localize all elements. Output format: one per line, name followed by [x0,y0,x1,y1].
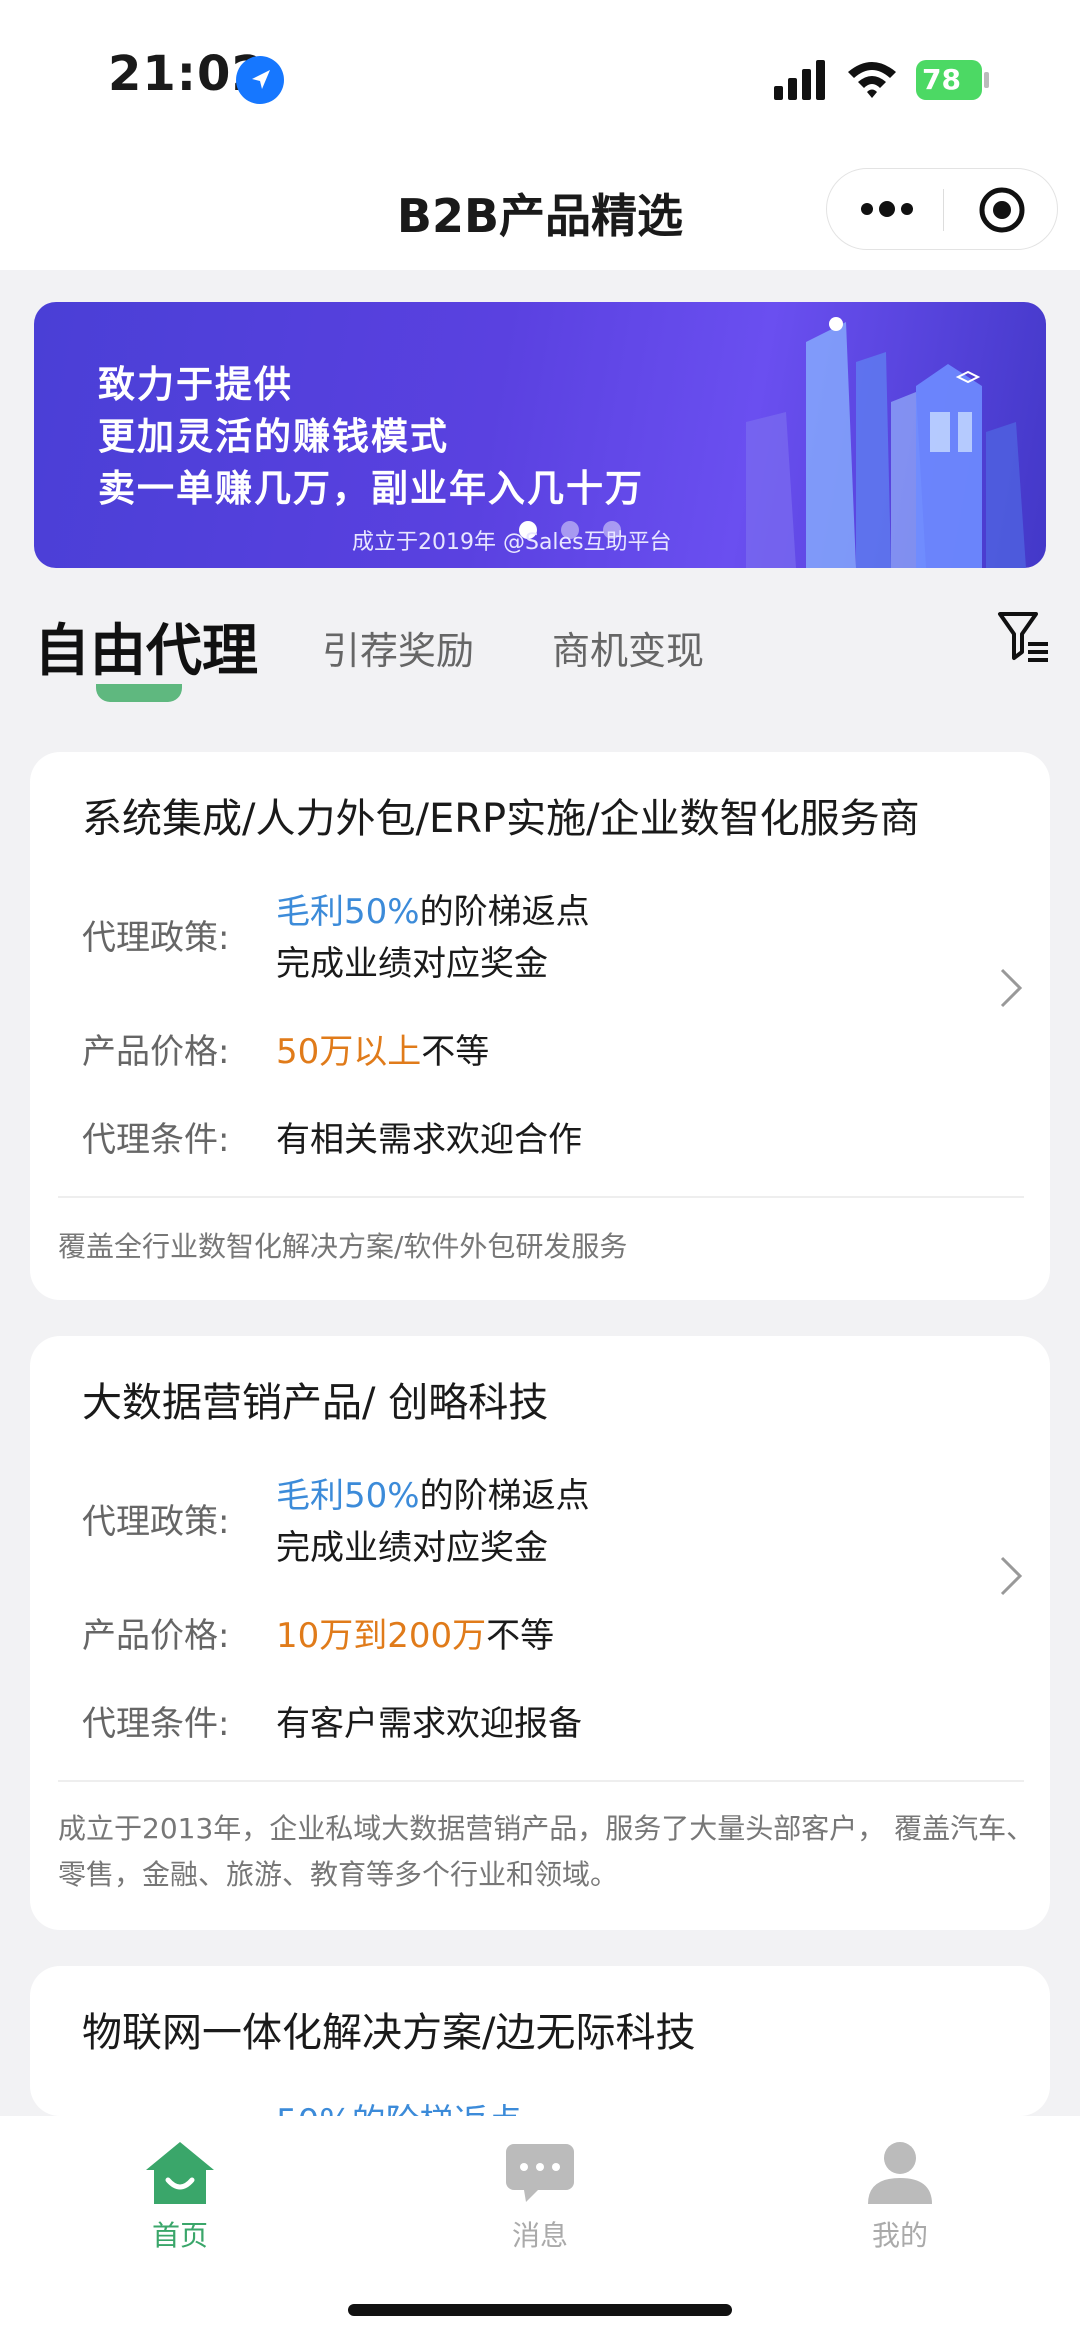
active-tab-indicator [96,684,182,702]
banner-headline-2: 更加灵活的赚钱模式 [98,414,449,458]
policy-label: 代理政策: [82,918,230,958]
price-rest: 不等 [486,1616,555,1656]
tabbar-home[interactable]: 首页 [90,2128,270,2252]
close-miniprogram-icon[interactable] [977,185,1027,235]
home-indicator[interactable] [348,2304,732,2316]
price-highlight: 50万以上 [276,1032,422,1072]
tab-opportunity-cash[interactable]: 商机变现 [552,620,704,675]
cellular-signal-icon [774,60,825,100]
condition-value: 有客户需求欢迎报备 [276,1704,582,1744]
battery-level: 78 [922,63,961,96]
status-bar: 21:02 78 [0,0,1080,150]
card-description: 覆盖全行业数智化解决方案/软件外包研发服务 [58,1230,628,1263]
policy-value-partial: 50%的阶梯返点 [276,2094,522,2116]
message-icon [506,2144,574,2202]
battery-tip [984,72,989,88]
price-highlight: 10万到200万 [276,1616,487,1656]
card-divider [58,1196,1024,1198]
tabbar-messages[interactable]: 消息 [450,2128,630,2252]
card-description: 成立于2013年，企业私域大数据营销产品，服务了大量头部客户， 覆盖汽车、零售，… [58,1812,1035,1891]
nav-bar: B2B产品精选 [0,150,1080,270]
price-value: 10万到200万不等 [276,1608,554,1657]
card-title: 系统集成/人力外包/ERP实施/企业数智化服务商 [82,796,920,842]
mini-program-capsule [826,168,1058,250]
price-label: 产品价格: [82,1616,230,1656]
tab-free-agent[interactable]: 自由代理 [34,606,258,687]
price-rest: 不等 [421,1032,490,1072]
product-card[interactable]: 大数据营销产品/ 创略科技 代理政策: 毛利50%的阶梯返点 完成业绩对应奖金 … [30,1336,1050,1930]
tabbar-profile[interactable]: 我的 [810,2128,990,2252]
condition-value: 有相关需求欢迎合作 [276,1120,582,1160]
card-divider [58,1780,1024,1782]
battery-icon: 78 [916,60,982,100]
promo-banner[interactable]: 致力于提供 更加灵活的赚钱模式 卖一单赚几万，副业年入几十万 成立于2019年 … [34,302,1046,568]
card-title: 大数据营销产品/ 创略科技 [82,1380,549,1426]
condition-label: 代理条件: [82,1120,230,1160]
card-title: 物联网一体化解决方案/边无际科技 [82,2010,696,2056]
chevron-right-icon [1000,968,1023,1008]
location-arrow-icon [236,56,284,104]
home-icon [146,2142,214,2204]
wifi-icon [848,62,896,98]
banner-headline-3: 卖一单赚几万，副业年入几十万 [98,466,644,510]
product-card[interactable]: 系统集成/人力外包/ERP实施/企业数智化服务商 代理政策: 毛利50%的阶梯返… [30,752,1050,1300]
profile-icon [868,2142,932,2204]
policy-value: 毛利50%的阶梯返点 [276,884,590,933]
banner-headline-1: 致力于提供 [98,362,293,406]
policy-value: 毛利50%的阶梯返点 [276,1468,590,1517]
policy-highlight: 毛利50% [276,892,420,932]
more-icon[interactable] [857,193,917,225]
price-label: 产品价格: [82,1032,230,1072]
product-card[interactable]: 物联网一体化解决方案/边无际科技 50%的阶梯返点 [30,1966,1050,2116]
banner-footer: 成立于2019年 @Sales互助平台 [352,530,672,555]
policy-line2: 完成业绩对应奖金 [276,944,548,984]
tabbar-label: 我的 [871,2219,928,2252]
policy-label: 代理政策: [82,1502,230,1542]
policy-highlight: 毛利50% [276,1476,420,1516]
policy-line2: 完成业绩对应奖金 [276,1528,548,1568]
policy-rest: 的阶梯返点 [419,892,590,932]
price-value: 50万以上不等 [276,1024,489,1073]
condition-label: 代理条件: [82,1704,230,1744]
filter-icon[interactable] [996,608,1052,664]
city-buildings-illustration [746,317,1026,568]
tabbar-label: 首页 [151,2219,208,2252]
tabbar-label: 消息 [511,2219,568,2252]
tab-referral-reward[interactable]: 引荐奖励 [322,620,474,675]
policy-partial: 50%的阶梯返点 [276,2102,522,2116]
capsule-divider [943,189,944,231]
policy-rest: 的阶梯返点 [419,1476,590,1516]
chevron-right-icon [1000,1556,1023,1596]
